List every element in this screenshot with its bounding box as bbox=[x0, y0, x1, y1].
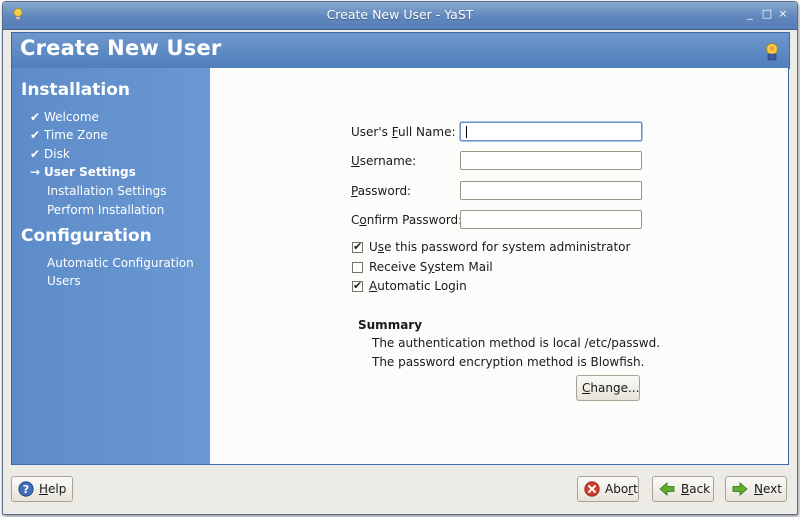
sidebar-item-user-settings: → User Settings bbox=[30, 165, 136, 179]
automatic-login-checkbox[interactable]: ✔ bbox=[352, 279, 363, 292]
username-input[interactable] bbox=[460, 151, 642, 170]
use-password-for-admin-checkbox[interactable]: ✔ bbox=[352, 240, 363, 253]
automatic-login-label[interactable]: Automatic Login bbox=[369, 279, 467, 293]
change-button-label: Change... bbox=[582, 381, 640, 395]
password-field[interactable] bbox=[465, 183, 635, 198]
password-label: Password: bbox=[351, 184, 412, 198]
window-titlebar[interactable]: Create New User - YaST _ □ × bbox=[3, 2, 797, 30]
checkmark-icon: ✔ bbox=[353, 279, 363, 292]
next-button[interactable]: Next bbox=[725, 476, 787, 502]
next-button-label: Next bbox=[754, 482, 782, 496]
close-button[interactable]: × bbox=[776, 7, 790, 21]
full-name-field[interactable] bbox=[465, 124, 635, 139]
confirm-password-input[interactable] bbox=[460, 210, 642, 229]
sidebar-item-time-zone: ✔ Time Zone bbox=[30, 128, 108, 142]
username-field[interactable] bbox=[465, 153, 635, 168]
sidebar-item-installation-settings: Installation Settings bbox=[47, 184, 167, 198]
help-icon: ? bbox=[18, 481, 34, 497]
maximize-button[interactable]: □ bbox=[760, 7, 774, 21]
full-name-input[interactable] bbox=[460, 122, 642, 141]
abort-icon bbox=[584, 481, 600, 497]
summary-auth-method: The authentication method is local /etc/… bbox=[372, 336, 661, 350]
help-button[interactable]: ? Help bbox=[11, 476, 73, 502]
confirm-password-label: Confirm Password: bbox=[351, 213, 463, 227]
content-area: User's Full Name: Username: Password: Co… bbox=[210, 68, 789, 465]
back-button[interactable]: Back bbox=[652, 476, 714, 502]
arrow-right-icon bbox=[732, 482, 748, 496]
sidebar-item-welcome: ✔ Welcome bbox=[30, 110, 99, 124]
svg-text:?: ? bbox=[23, 483, 29, 496]
page-header: Create New User bbox=[11, 32, 790, 69]
full-name-label: User's Full Name: bbox=[351, 125, 456, 139]
abort-button-label: Abort bbox=[605, 482, 638, 496]
sidebar-item-automatic-configuration: Automatic Configuration bbox=[47, 256, 194, 270]
arrow-right-icon: → bbox=[30, 165, 41, 179]
checkmark-icon: ✔ bbox=[30, 147, 41, 161]
password-input[interactable] bbox=[460, 181, 642, 200]
steps-sidebar: Installation ✔ Welcome ✔ Time Zone ✔ Disk →… bbox=[11, 68, 211, 465]
sidebar-item-disk: ✔ Disk bbox=[30, 147, 70, 161]
confirm-password-field[interactable] bbox=[465, 212, 635, 227]
checkmark-icon: ✔ bbox=[30, 110, 41, 124]
minimize-button[interactable]: _ bbox=[743, 7, 757, 21]
page-title: Create New User bbox=[20, 36, 222, 60]
username-label: Username: bbox=[351, 154, 417, 168]
configuration-heading: Configuration bbox=[21, 226, 152, 246]
window-title: Create New User - YaST bbox=[326, 7, 474, 22]
back-button-label: Back bbox=[681, 482, 711, 496]
arrow-left-icon bbox=[659, 482, 675, 496]
lightbulb-user-icon bbox=[766, 43, 778, 61]
sidebar-item-users: Users bbox=[47, 274, 81, 288]
installation-heading: Installation bbox=[21, 80, 131, 100]
change-button[interactable]: Change... bbox=[576, 375, 640, 401]
summary-encryption-method: The password encryption method is Blowfi… bbox=[372, 355, 645, 369]
checkmark-icon: ✔ bbox=[353, 240, 363, 253]
text-caret bbox=[466, 126, 467, 138]
use-password-for-admin-label[interactable]: Use this password for system administrat… bbox=[369, 240, 630, 254]
abort-button[interactable]: Abort bbox=[577, 476, 639, 502]
receive-system-mail-checkbox[interactable] bbox=[352, 262, 363, 273]
checkmark-icon: ✔ bbox=[30, 128, 41, 142]
summary-title: Summary bbox=[358, 318, 423, 332]
yast-window: Create New User - YaST _ □ × Create New … bbox=[2, 1, 798, 515]
sidebar-item-perform-installation: Perform Installation bbox=[47, 203, 165, 217]
receive-system-mail-label[interactable]: Receive System Mail bbox=[369, 260, 493, 274]
help-button-label: Help bbox=[39, 482, 67, 496]
